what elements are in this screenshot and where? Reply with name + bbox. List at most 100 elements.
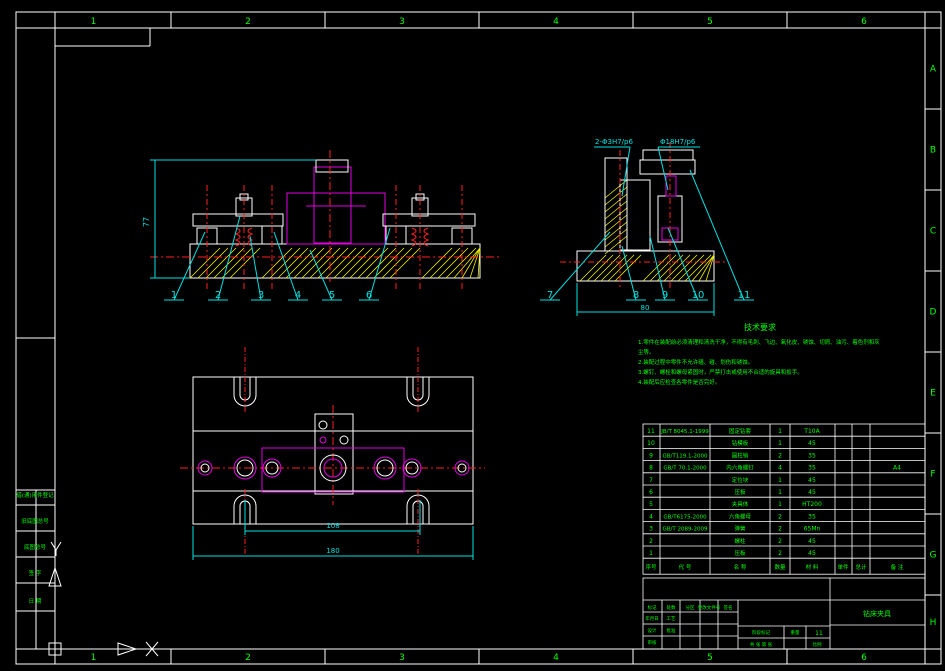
bom-header-cell: 单件: [837, 563, 849, 571]
sidebar-label: 签 字: [29, 569, 42, 577]
zone-col-top-2: 2: [245, 17, 251, 27]
bom-row-no: 6: [649, 489, 653, 496]
bom-header-cell: 数量: [774, 563, 786, 571]
cad-drawing-sheet: 112233445566ABCDEFGH 77 1 2 3 4 5 6 2-Φ3…: [15, 11, 942, 665]
sidebar-label: 借(通)用件登记: [16, 491, 54, 499]
zone-col-bottom-3: 3: [399, 653, 405, 663]
sheet-count: 11: [815, 630, 823, 637]
bom-row-mat: 45: [808, 550, 816, 557]
bom-row-no: 1: [649, 550, 653, 557]
bom-row-name: 夹具体: [732, 500, 749, 508]
top-inner-dim-label: 108: [326, 522, 339, 530]
title-block-label: 处数: [667, 604, 676, 611]
front-base: [150, 150, 500, 282]
balloon-9: 9: [662, 290, 668, 301]
bom-row-no: 9: [649, 452, 653, 459]
balloon-3: 3: [258, 290, 264, 301]
title-block-label: 工艺: [667, 616, 676, 622]
title-block-label: 重量: [791, 629, 800, 636]
notes-title: 技术要求: [744, 322, 776, 332]
title-block-label: 批准: [667, 627, 676, 634]
bom-header-cell: 序号: [645, 563, 657, 571]
title-block-label: 比例: [813, 641, 822, 648]
bom-row-name: 钻模板: [732, 439, 749, 447]
bom-row-std: GB/T 70.1-2000: [663, 466, 707, 472]
side-width-label: 80: [641, 304, 650, 312]
note-line-4: 3.螺钉、螺栓和螺母紧固时，严禁打击或使用不合适的旋具和扳手。: [638, 368, 803, 376]
zone-col-top-5: 5: [707, 17, 713, 27]
front-height-dimension: [150, 159, 316, 279]
bill-of-materials: 11 JB/T 8045.1-1999 固定钻套 1 T10A10 钻模板 1 459 GB/T…: [642, 423, 926, 575]
note-line-2: 尘等。: [638, 348, 655, 356]
sheet-frame: [15, 11, 942, 665]
bom-row-mat: 35: [808, 465, 816, 472]
top-outer-dim-label: 180: [326, 547, 339, 555]
bom-row-name: 弹簧: [734, 525, 746, 533]
zone-row-D: D: [930, 308, 937, 318]
bom-row-qty: 1: [778, 428, 782, 435]
front-balloon-leaders: 1 2 3 4 5 6: [164, 215, 391, 301]
zone-col-bottom-2: 2: [245, 653, 251, 663]
bom-row-qty: 1: [778, 489, 782, 496]
bom-row-name: 固定钻套: [729, 427, 752, 435]
ucs-axis-icon: [48, 541, 159, 657]
zone-col-top-4: 4: [553, 17, 559, 27]
bom-row-qty: 2: [778, 452, 782, 459]
drawing-name: 钻床夹具: [863, 609, 891, 618]
bom-row-qty: 2: [778, 538, 782, 545]
zone-col-bottom-5: 5: [707, 653, 713, 663]
fit-right-label: Φ18H7/p6: [660, 138, 696, 146]
bom-row-std: JB/T 8045.1-1999: [660, 429, 709, 435]
bom-header-cell: 备 注: [891, 563, 904, 571]
title-block-label: 审核: [648, 639, 657, 646]
title-block-label: 共 张 第 张: [750, 641, 773, 648]
balloon-11: 11: [738, 290, 751, 301]
bom-row-no: 3: [649, 526, 653, 533]
zone-col-top-1: 1: [91, 17, 97, 27]
balloon-1: 1: [171, 290, 177, 301]
bom-row-no: 2: [649, 538, 653, 545]
bom-header-cell: 材 料: [806, 563, 819, 571]
title-block-label: 签名: [724, 604, 733, 611]
front-left-clamp: [192, 185, 284, 290]
balloon-4: 4: [295, 290, 301, 301]
bom-header-cell: 名 称: [734, 563, 747, 571]
balloon-6: 6: [366, 290, 372, 301]
bom-row-no: 8: [649, 465, 653, 472]
front-height-label: 77: [142, 217, 151, 227]
title-block-label: 阶段标记: [752, 629, 770, 636]
sidebar-label: 底图总号: [24, 543, 47, 551]
zone-row-B: B: [930, 146, 936, 156]
front-right-clamp: [382, 185, 476, 290]
bom-row-name: 内六角螺钉: [726, 464, 754, 472]
bom-row-name: 定位块: [732, 476, 749, 484]
side-view: 2-Φ3H7/p6 Φ18H7/p6 80 7 8 9 10 11: [540, 138, 754, 316]
balloon-5: 5: [329, 290, 335, 301]
bom-row-note: A4: [893, 465, 901, 472]
zone-row-F: F: [930, 470, 935, 480]
bom-row-mat: 35: [808, 452, 816, 459]
zone-col-bottom-1: 1: [91, 653, 97, 663]
bom-row-std: GB/T119.1-2000: [663, 453, 708, 459]
balloon-8: 8: [633, 290, 639, 301]
technical-notes: 技术要求 1.零件在装配前必须清理和清洗干净，不得有毛刺、飞边、氧化皮、锈蚀、切…: [638, 322, 880, 386]
top-view: 108 180: [180, 347, 485, 560]
bom-row-qty: 2: [778, 550, 782, 557]
bom-row-name: 压板: [734, 549, 746, 557]
bom-row-qty: 4: [778, 465, 782, 472]
bom-row-qty: 1: [778, 477, 782, 484]
bom-row-qty: 2: [778, 526, 782, 533]
zone-row-G: G: [930, 551, 937, 561]
title-block-label: 分区: [686, 604, 695, 611]
bom-row-no: 7: [649, 477, 653, 484]
fit-left-label: 2-Φ3H7/p6: [595, 138, 633, 146]
bom-row-std: GB/T 2089-2009: [663, 527, 708, 533]
bom-row-name: 六角螺母: [729, 512, 752, 520]
zone-col-bottom-4: 4: [553, 653, 559, 663]
front-view: 77 1 2 3 4 5 6: [142, 150, 500, 301]
zone-row-A: A: [930, 65, 937, 75]
zone-row-C: C: [930, 227, 936, 237]
bom-row-name: 圆柱销: [732, 451, 749, 459]
bom-row-mat: HT200: [802, 501, 822, 508]
bom-row-name: 螺柱: [734, 537, 746, 545]
